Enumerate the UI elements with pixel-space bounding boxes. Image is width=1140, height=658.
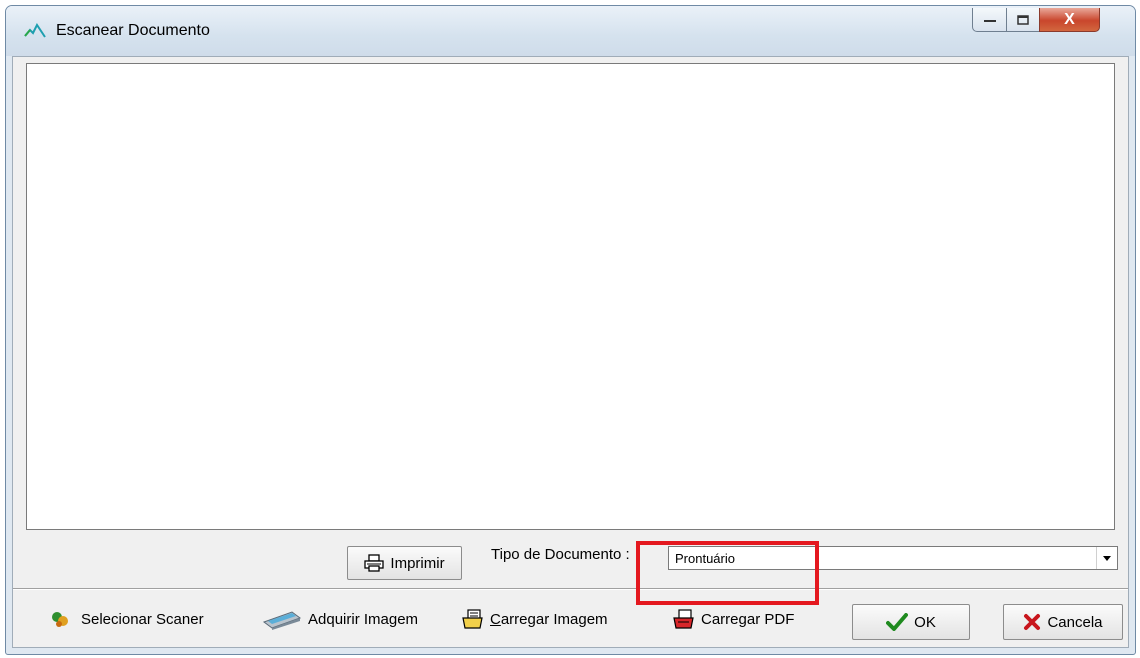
load-image-label: Carregar Imagem: [490, 610, 608, 628]
acquire-image-button[interactable]: Adquirir Imagem: [262, 606, 418, 632]
select-scanner-button[interactable]: Selecionar Scaner: [49, 606, 204, 632]
print-button[interactable]: Imprimir: [347, 546, 462, 580]
app-logo-icon: [24, 23, 46, 38]
load-image-button[interactable]: Carregar Imagem: [462, 606, 608, 632]
close-icon: X: [1064, 10, 1075, 28]
ok-label: OK: [914, 613, 936, 631]
client-area: Imprimir Tipo de Documento : Prontuário …: [12, 56, 1129, 648]
x-icon: [1024, 614, 1041, 630]
load-pdf-icon: [673, 609, 694, 629]
select-scanner-label: Selecionar Scaner: [81, 610, 204, 628]
load-pdf-label: Carregar PDF: [701, 610, 795, 628]
maximize-icon: [1017, 14, 1029, 25]
load-pdf-button[interactable]: Carregar PDF: [673, 606, 794, 632]
window-title: Escanear Documento: [56, 22, 210, 39]
dropdown-arrow-icon[interactable]: [1096, 547, 1117, 569]
printer-icon: [364, 554, 385, 572]
maximize-button[interactable]: [1006, 8, 1040, 32]
acquire-image-label: Adquirir Imagem: [308, 610, 419, 628]
load-pdf-highlight-box: [636, 541, 819, 605]
cancel-button[interactable]: Cancela: [1003, 604, 1123, 640]
action-bar: Selecionar Scaner Adquirir Imagem Carreg…: [13, 590, 1128, 648]
load-image-icon: [462, 609, 483, 629]
title-bar[interactable]: Escanear Documento X: [6, 6, 1135, 56]
scanner-icon: [262, 611, 302, 630]
doc-type-label: Tipo de Documento :: [491, 546, 630, 563]
minimize-icon: [983, 19, 996, 22]
check-icon: [886, 613, 909, 631]
document-preview-area[interactable]: [26, 63, 1115, 530]
close-button[interactable]: X: [1039, 8, 1100, 32]
scan-document-window: Escanear Documento X Imprimir Tipo de Do: [5, 5, 1136, 655]
scanner-select-icon: [52, 612, 68, 627]
cancel-label: Cancela: [1047, 613, 1103, 631]
print-button-label: Imprimir: [390, 554, 445, 572]
minimize-button[interactable]: [972, 8, 1007, 32]
print-and-type-bar: Imprimir Tipo de Documento : Prontuário: [13, 534, 1128, 588]
ok-button[interactable]: OK: [852, 604, 970, 640]
